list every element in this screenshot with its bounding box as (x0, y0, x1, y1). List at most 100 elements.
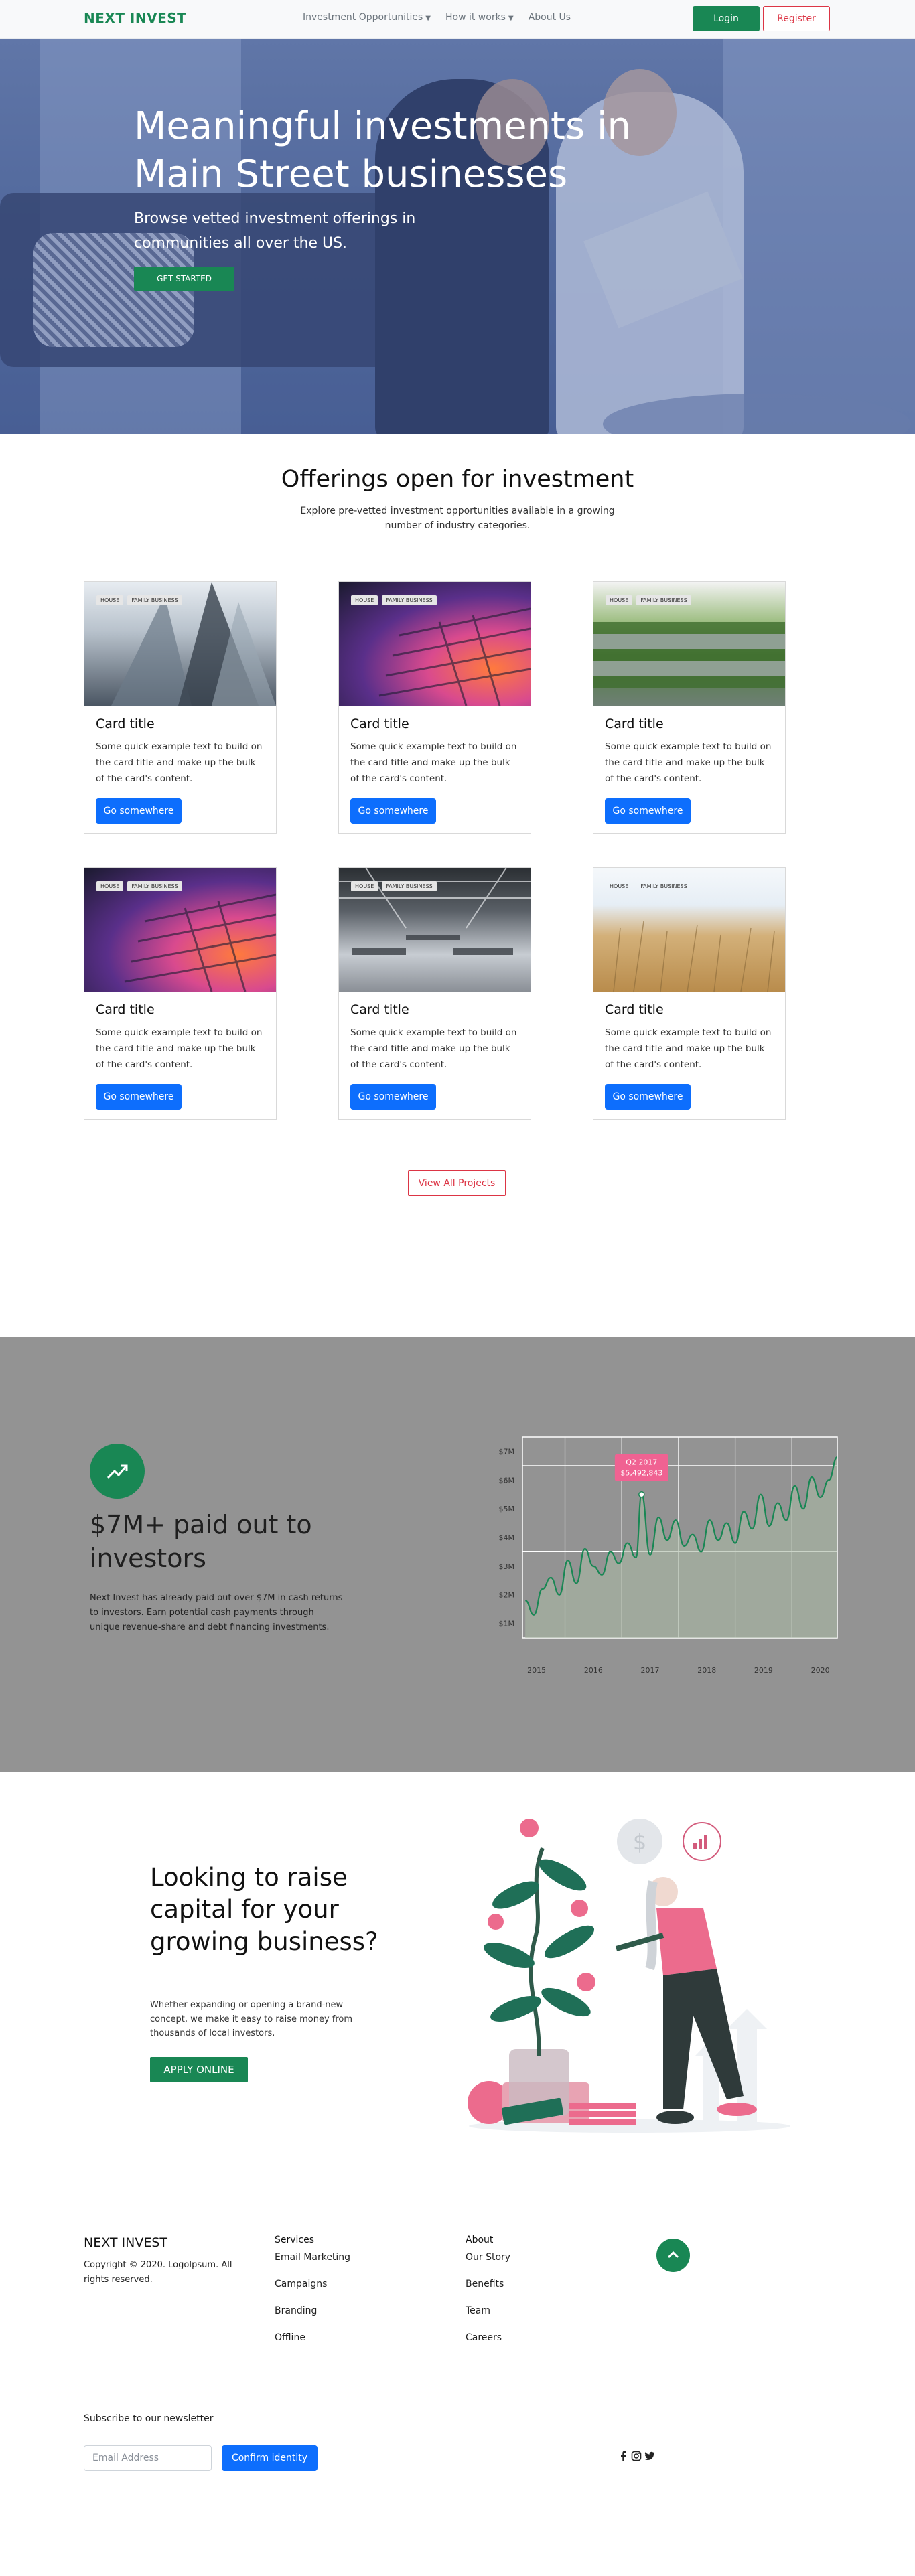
chart-y-tick-label: $4M (499, 1533, 515, 1542)
card-image: HOUSE FAMILY BUSINESS (84, 868, 276, 992)
footer-link-team[interactable]: Team (466, 2305, 510, 2332)
tag-badge: HOUSE (96, 595, 124, 605)
raise-title: Looking to raise capital for your growin… (150, 1863, 378, 1956)
tag-badge: FAMILY BUSINESS (382, 881, 437, 891)
go-somewhere-button[interactable]: Go somewhere (96, 1084, 182, 1110)
chart-y-tick-label: $5M (499, 1505, 515, 1513)
confirm-identity-button[interactable]: Confirm identity (222, 2445, 318, 2471)
nav-about-us[interactable]: About Us (529, 12, 571, 23)
go-somewhere-button[interactable]: Go somewhere (96, 798, 182, 824)
tag-badge: FAMILY BUSINESS (127, 595, 182, 605)
footer-brand[interactable]: NEXT INVEST (84, 2235, 167, 2250)
hero-section: Meaningful investments in Main Street bu… (0, 39, 915, 434)
footer-copyright: Copyright © 2020. LogoIpsum. All rights … (84, 2260, 232, 2285)
tag-badge: HOUSE (351, 595, 378, 605)
chart-y-tick-label: $1M (499, 1620, 515, 1628)
go-somewhere-button[interactable]: Go somewhere (350, 1084, 436, 1110)
facebook-icon[interactable] (619, 2451, 628, 2461)
chevron-down-icon: ▼ (425, 15, 431, 22)
hero-title: Meaningful investments in Main Street bu… (134, 104, 631, 196)
card-text: Some quick example text to build on the … (350, 1027, 517, 1070)
navbar: NEXT INVEST Investment Opportunities ▼ Ho… (0, 0, 915, 39)
card-text: Some quick example text to build on the … (605, 1027, 772, 1070)
card-image: HOUSE FAMILY BUSINESS (84, 582, 276, 706)
footer-link-branding[interactable]: Branding (275, 2305, 350, 2332)
card-tags: HOUSE FAMILY BUSINESS (606, 881, 691, 891)
nav-investment-opportunities[interactable]: Investment Opportunities ▼ (303, 12, 431, 23)
offerings-subtitle: Explore pre-vetted investment opportunit… (300, 506, 615, 531)
tag-badge: HOUSE (606, 595, 633, 605)
twitter-icon[interactable] (644, 2451, 655, 2461)
login-button[interactable]: Login (693, 6, 760, 31)
card-image: HOUSE FAMILY BUSINESS (339, 868, 531, 992)
card-text: Some quick example text to build on the … (96, 741, 263, 784)
go-somewhere-button[interactable]: Go somewhere (605, 1084, 691, 1110)
card-tags: HOUSE FAMILY BUSINESS (351, 881, 437, 891)
chart-area-fill (525, 1457, 837, 1638)
card-image: HOUSE FAMILY BUSINESS (593, 582, 785, 706)
chart-y-tick-label: $6M (499, 1476, 515, 1485)
chart-x-tick-label: 2017 (641, 1666, 660, 1675)
card-title: Card title (605, 1002, 664, 1017)
chart-y-tick-label: $2M (499, 1591, 515, 1600)
register-button[interactable]: Register (763, 6, 830, 31)
chart-x-tick-label: 2015 (527, 1666, 546, 1675)
chevron-down-icon: ▼ (508, 15, 514, 22)
footer-heading: About (466, 2234, 494, 2245)
newsletter-label: Subscribe to our newsletter (84, 2413, 214, 2424)
email-field[interactable] (84, 2445, 212, 2471)
card-image: HOUSE FAMILY BUSINESS (593, 868, 785, 992)
nav-links: Investment Opportunities ▼ How it works ▼ … (303, 12, 571, 23)
chart-y-tick-label: $7M (499, 1447, 515, 1456)
tag-badge: FAMILY BUSINESS (636, 595, 691, 605)
stats-title: $7M+ paid out to investors (90, 1510, 312, 1573)
chart-annotation-point (638, 1491, 645, 1498)
footer-link-campaigns[interactable]: Campaigns (275, 2279, 350, 2305)
svg-text:$: $ (633, 1829, 646, 1855)
hero-subtitle: Browse vetted investment offerings in co… (134, 210, 416, 252)
money-plant-illustration: $ (468, 1819, 790, 2133)
offering-card: HOUSE FAMILY BUSINESS Card title Some qui… (84, 581, 277, 834)
tag-badge: HOUSE (96, 881, 124, 891)
card-title: Card title (350, 1002, 409, 1017)
offering-card: HOUSE FAMILY BUSINESS Card title Some qui… (84, 867, 277, 1120)
apply-online-button[interactable]: APPLY ONLINE (150, 2057, 248, 2082)
footer-link-email-marketing[interactable]: Email Marketing (275, 2252, 350, 2279)
chart-x-tick-label: 2020 (811, 1666, 830, 1675)
stats-text: Next Invest has already paid out over $7… (90, 1593, 343, 1633)
card-tags: HOUSE FAMILY BUSINESS (351, 595, 437, 605)
chart-x-tick-label: 2019 (754, 1666, 773, 1675)
tag-badge: HOUSE (610, 883, 629, 889)
footer-services-column: Services Email Marketing Campaigns Brand… (275, 2234, 350, 2359)
chevron-up-icon (667, 2251, 679, 2259)
get-started-button[interactable]: GET STARTED (134, 267, 234, 291)
footer-link-careers[interactable]: Careers (466, 2332, 510, 2359)
raise-text: Whether expanding or opening a brand-new… (150, 2000, 353, 2038)
brand-logo[interactable]: NEXT INVEST (84, 10, 186, 26)
card-text: Some quick example text to build on the … (96, 1027, 263, 1070)
chart-annotation-value: $5,492,843 (620, 1469, 662, 1478)
go-somewhere-button[interactable]: Go somewhere (605, 798, 691, 824)
back-to-top-button[interactable] (656, 2239, 690, 2272)
view-all-projects-button[interactable]: View All Projects (408, 1170, 506, 1196)
tag-badge: FAMILY BUSINESS (382, 595, 437, 605)
card-text: Some quick example text to build on the … (605, 741, 772, 784)
chart-x-tick-label: 2018 (697, 1666, 716, 1675)
offering-card: HOUSE FAMILY BUSINESS Card title Some qui… (338, 581, 531, 834)
tag-badge: HOUSE (351, 881, 378, 891)
footer-link-offline[interactable]: Offline (275, 2332, 350, 2359)
instagram-icon[interactable] (631, 2451, 642, 2461)
card-tags: HOUSE FAMILY BUSINESS (96, 881, 182, 891)
chart-y-tick-label: $3M (499, 1562, 515, 1571)
nav-link-label: How it works (445, 12, 506, 23)
nav-how-it-works[interactable]: How it works ▼ (445, 12, 514, 23)
footer-link-our-story[interactable]: Our Story (466, 2252, 510, 2279)
card-text: Some quick example text to build on the … (350, 741, 517, 784)
footer-link-benefits[interactable]: Benefits (466, 2279, 510, 2305)
footer-about-column: About Our Story Benefits Team Careers (466, 2234, 510, 2359)
card-title: Card title (605, 716, 664, 731)
card-title: Card title (350, 716, 409, 731)
go-somewhere-button[interactable]: Go somewhere (350, 798, 436, 824)
nav-link-label: Investment Opportunities (303, 12, 423, 23)
offering-card: HOUSE FAMILY BUSINESS Card title Some qui… (338, 867, 531, 1120)
